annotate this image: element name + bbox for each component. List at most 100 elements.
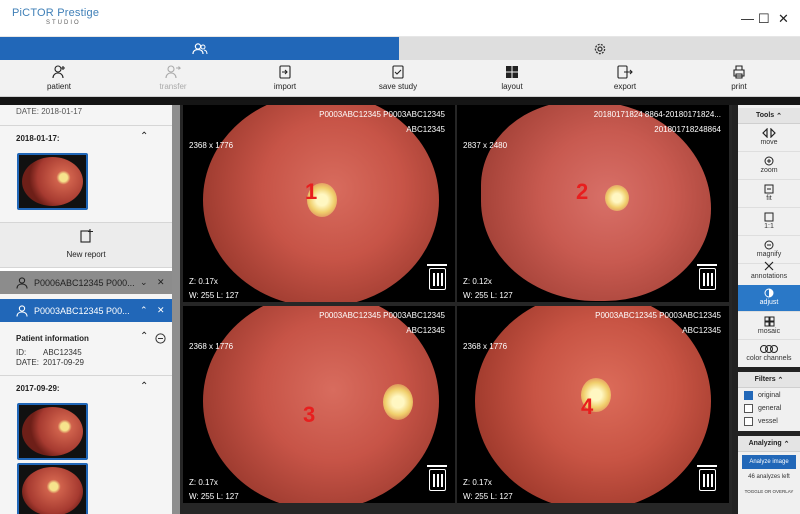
- annotations-tool[interactable]: annotations: [738, 257, 800, 287]
- import-icon: [279, 65, 291, 79]
- one-to-one-tool[interactable]: 1:1: [738, 209, 800, 236]
- zoom-icon: [764, 156, 774, 166]
- viewport-subtitle: ABC12345: [406, 125, 445, 134]
- fit-icon: [764, 184, 774, 194]
- move-tool[interactable]: move: [738, 125, 800, 152]
- close-button[interactable]: ✕: [778, 12, 789, 25]
- viewport-1[interactable]: P0003ABC12345 P0003ABC12345 ABC12345 236…: [183, 105, 455, 302]
- print-icon: [733, 65, 745, 79]
- sidebar-scrollbar[interactable]: [172, 105, 180, 514]
- zoom-tool[interactable]: zoom: [738, 153, 800, 180]
- study-thumbnail[interactable]: [17, 463, 88, 514]
- filter-original[interactable]: original: [744, 391, 781, 400]
- minus-circle-icon[interactable]: [155, 333, 166, 344]
- filter-general[interactable]: general: [744, 404, 781, 413]
- patient-panel: DATE: 2018-01-17 2018-01-17: ⌃ New repor…: [0, 105, 172, 514]
- date-value: 2017-09-29: [43, 358, 84, 367]
- viewport-subtitle: ABC12345: [682, 326, 721, 335]
- minimize-button[interactable]: —: [741, 12, 754, 25]
- toggle-overlay-link[interactable]: TOGGLE OR OVERLAY: [738, 489, 800, 494]
- tab-patients[interactable]: [0, 37, 399, 60]
- patient-info-title: Patient information: [16, 334, 89, 343]
- viewport-2[interactable]: 20180171824 8864-20180171824... 20180171…: [457, 105, 729, 302]
- patient-bar-p0006[interactable]: P0006ABC12345 P000... ⌄ ✕: [0, 271, 172, 294]
- adjust-tool[interactable]: adjust: [738, 285, 800, 312]
- close-patient-icon[interactable]: ✕: [157, 277, 165, 288]
- top-date-line: DATE: 2018-01-17: [16, 107, 83, 116]
- mosaic-icon: [764, 316, 774, 327]
- checkbox-general[interactable]: [744, 404, 753, 413]
- new-report-button[interactable]: New report: [0, 222, 172, 268]
- tab-settings[interactable]: [399, 37, 800, 60]
- move-icon: [762, 128, 776, 138]
- expand-chevron-icon[interactable]: ⌄: [140, 277, 148, 288]
- filter-vessel[interactable]: vessel: [744, 417, 778, 426]
- checkbox-vessel[interactable]: [744, 417, 753, 426]
- viewport-subtitle: 201801718248864: [654, 125, 721, 134]
- filters-header[interactable]: Filters ⌃: [738, 372, 800, 388]
- close-patient-icon[interactable]: ✕: [157, 305, 165, 316]
- mosaic-tool[interactable]: mosaic: [738, 313, 800, 340]
- zoom-readout: Z: 0.17x: [463, 478, 492, 487]
- tools-panel: Tools ⌃ move zoom fit 1:1 magnify annota…: [738, 105, 800, 514]
- image-viewer: P0003ABC12345 P0003ABC12345 ABC12345 236…: [180, 105, 732, 514]
- fit-tool[interactable]: fit: [738, 181, 800, 208]
- viewport-title: 20180171824 8864-20180171824...: [593, 110, 721, 119]
- patients-icon: [191, 42, 207, 54]
- export-icon: [617, 65, 633, 79]
- trash-icon[interactable]: [697, 264, 717, 290]
- viewport-3[interactable]: P0003ABC12345 P0003ABC12345 ABC12345 236…: [183, 306, 455, 503]
- transfer-button[interactable]: transfer: [138, 65, 208, 91]
- maximize-button[interactable]: ☐: [758, 12, 770, 25]
- viewport-number: 4: [581, 394, 594, 419]
- image-size: 2368 x 1776: [463, 342, 508, 351]
- image-size: 2368 x 1776: [189, 141, 234, 150]
- viewport-title: P0003ABC12345 P0003ABC12345: [319, 311, 445, 320]
- import-button[interactable]: import: [250, 65, 320, 91]
- viewport-number: 1: [305, 179, 318, 204]
- checkbox-original[interactable]: [744, 391, 753, 400]
- user-icon: [16, 304, 28, 317]
- color-channels-tool[interactable]: color channels: [738, 341, 800, 368]
- zoom-readout: Z: 0.12x: [463, 277, 492, 286]
- export-button[interactable]: export: [590, 65, 660, 91]
- image-size: 2837 x 2480: [463, 141, 508, 150]
- viewport-4[interactable]: P0003ABC12345 P0003ABC12345 ABC12345 236…: [457, 306, 729, 503]
- trash-icon[interactable]: [427, 465, 447, 491]
- trash-icon[interactable]: [697, 465, 717, 491]
- user-icon: [16, 276, 28, 289]
- collapse-chevron-icon[interactable]: ⌃: [140, 305, 148, 316]
- viewport-number: 2: [576, 179, 589, 204]
- viewport-title: P0003ABC12345 P0003ABC12345: [595, 311, 721, 320]
- collapse-chevron-icon[interactable]: ⌃: [140, 331, 148, 342]
- toolbar-separator: [0, 97, 800, 105]
- id-label: ID:: [16, 348, 27, 357]
- tools-header[interactable]: Tools ⌃: [738, 108, 800, 124]
- save-study-button[interactable]: save study: [363, 65, 433, 91]
- color-channels-icon: [760, 345, 778, 353]
- collapse-chevron-icon[interactable]: ⌃: [140, 131, 148, 142]
- trash-icon[interactable]: [427, 264, 447, 290]
- layout-button[interactable]: layout: [477, 65, 547, 91]
- new-report-icon: [80, 229, 93, 243]
- study-thumbnail[interactable]: [17, 153, 88, 210]
- collapse-chevron-icon[interactable]: ⌃: [140, 381, 148, 392]
- study-thumbnail[interactable]: [17, 403, 88, 460]
- viewport-number: 3: [303, 402, 316, 427]
- app-logo: PiCTOR Prestige STUDIO: [12, 7, 100, 26]
- window-level-readout: W: 255 L: 127: [189, 291, 239, 300]
- window-level-readout: W: 255 L: 127: [463, 492, 513, 501]
- layout-icon: [506, 66, 518, 78]
- print-button[interactable]: print: [704, 65, 774, 91]
- window-level-readout: W: 255 L: 127: [463, 291, 513, 300]
- patient-button[interactable]: patient: [24, 65, 94, 91]
- study-date-heading: 2018-01-17:: [16, 134, 60, 143]
- viewport-subtitle: ABC12345: [406, 326, 445, 335]
- analyze-image-button[interactable]: Analyze image: [742, 455, 796, 469]
- analyzing-header[interactable]: Analyzing ⌃: [738, 436, 800, 452]
- patient-bar-p0003[interactable]: P0003ABC12345 P00... ⌃ ✕: [0, 299, 172, 322]
- add-patient-icon: [52, 65, 65, 79]
- main-toolbar: patient transfer import save study layou…: [0, 60, 800, 97]
- study-date-heading: 2017-09-29:: [16, 384, 60, 393]
- save-study-icon: [392, 65, 404, 79]
